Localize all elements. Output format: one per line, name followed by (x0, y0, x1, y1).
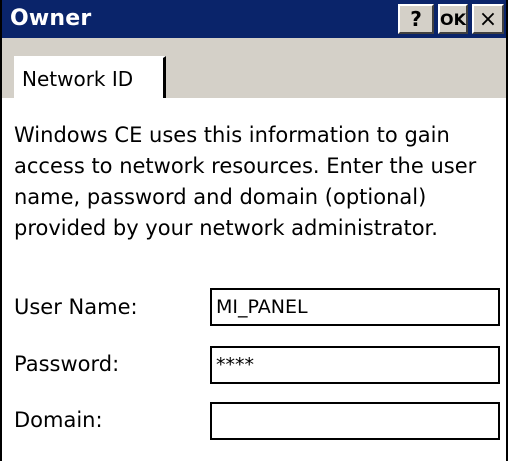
window-title: Owner (10, 6, 92, 31)
username-label: User Name: (14, 295, 138, 319)
title-bar[interactable]: Owner ? OK × (2, 0, 506, 38)
owner-window: Owner ? OK × Network ID Windows CE uses … (0, 0, 508, 461)
tab-network-id[interactable]: Network ID (14, 56, 166, 100)
username-field[interactable] (210, 288, 500, 326)
close-button[interactable]: × (472, 4, 504, 34)
tab-strip: Network ID (2, 38, 506, 100)
domain-field[interactable] (210, 402, 500, 440)
help-button[interactable]: ? (398, 4, 434, 34)
network-id-panel: Windows CE uses this information to gain… (2, 98, 506, 461)
ok-button[interactable]: OK (438, 4, 468, 34)
tab-label: Network ID (22, 67, 134, 91)
password-field[interactable] (210, 346, 500, 384)
password-label: Password: (14, 352, 120, 376)
description-text: Windows CE uses this information to gain… (14, 123, 477, 240)
domain-label: Domain: (14, 408, 103, 432)
